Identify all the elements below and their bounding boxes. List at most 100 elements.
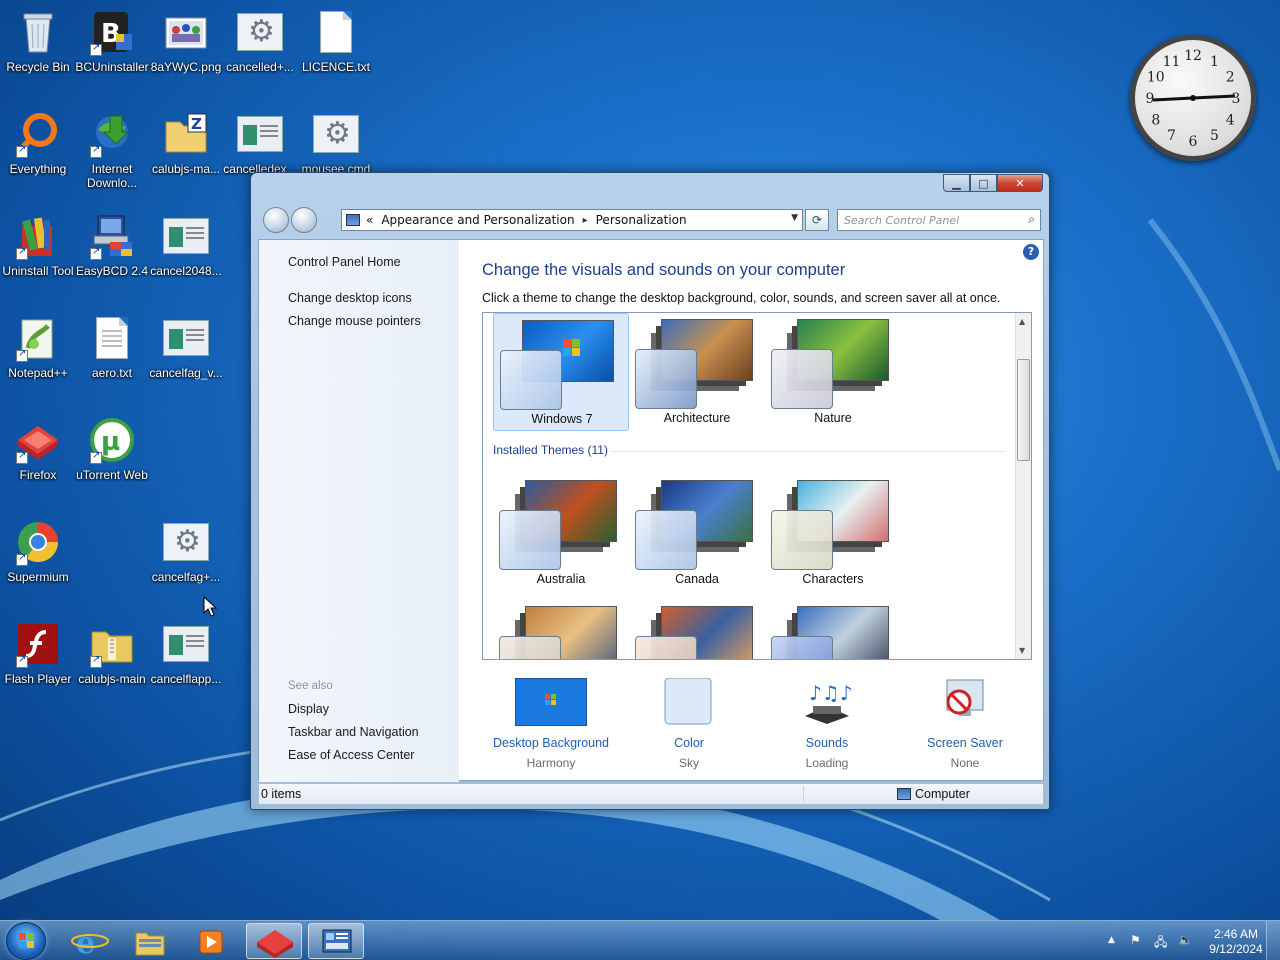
text-file-icon — [88, 314, 136, 362]
theme-architecture[interactable]: Architecture — [629, 313, 765, 431]
utorrent-icon: µ — [88, 416, 136, 464]
caption-buttons: ▁ □ ✕ — [943, 174, 1043, 192]
breadcrumb-separator-icon[interactable]: ▸ — [583, 215, 588, 226]
setting-name[interactable]: Color — [619, 736, 759, 750]
display-link[interactable]: Display — [288, 702, 329, 716]
group-divider — [611, 451, 1005, 452]
window-client-area: Control Panel Home Change desktop icons … — [258, 239, 1044, 782]
color-setting[interactable]: Color Sky — [619, 672, 759, 772]
control-panel-icon — [346, 214, 360, 226]
start-button[interactable] — [6, 922, 46, 960]
desktop-icon-supermium[interactable]: Supermium — [0, 512, 76, 608]
address-chevron[interactable]: « — [366, 213, 373, 227]
close-button[interactable]: ✕ — [997, 174, 1043, 192]
refresh-button[interactable]: ⟳ — [805, 209, 829, 231]
desktop-icon-cancelfag-v[interactable]: cancelfag_v... — [148, 308, 224, 404]
theme-label: Australia — [536, 572, 586, 586]
back-button[interactable] — [263, 207, 289, 233]
color-window-preview — [499, 636, 561, 659]
scroll-down-icon[interactable]: ▼ — [1019, 646, 1025, 655]
themes-scrollbar[interactable]: ▲ ▼ — [1015, 313, 1031, 659]
desktop-icon-utorrent-web[interactable]: µ uTorrent Web — [74, 410, 150, 506]
status-bar: 0 items Computer — [258, 783, 1044, 805]
clock-number: 4 — [1226, 113, 1235, 129]
theme-label: Characters — [802, 572, 864, 586]
change-mouse-pointers-link[interactable]: Change mouse pointers — [288, 314, 421, 328]
breadcrumb-personalization[interactable]: Personalization — [596, 213, 687, 227]
change-desktop-icons-link[interactable]: Change desktop icons — [288, 291, 412, 305]
zip-folder-icon — [88, 620, 136, 668]
control-panel-home-link[interactable]: Control Panel Home — [288, 255, 401, 269]
desktop-icon-calubjs-ma[interactable]: Z calubjs-ma... — [148, 104, 224, 200]
theme-australia[interactable]: Australia — [493, 474, 629, 592]
desktop-icon-notepad-plus-plus[interactable]: Notepad++ — [0, 308, 76, 404]
network-icon[interactable]: 🖧 — [1154, 933, 1167, 954]
show-desktop-button[interactable] — [1266, 921, 1280, 960]
sounds-setting[interactable]: ♪♫♪ Sounds Loading — [757, 672, 897, 772]
desktop-background-setting[interactable]: Desktop Background Harmony — [481, 672, 621, 772]
breadcrumb-appearance[interactable]: Appearance and Personalization — [381, 213, 574, 227]
desktop-icon-8aywyc-png[interactable]: 8aYWyC.png — [148, 2, 224, 98]
taskbar-control-panel[interactable] — [308, 923, 364, 959]
theme-characters[interactable]: Characters — [765, 474, 901, 592]
desktop-icon-cancel2048[interactable]: cancel2048... — [148, 206, 224, 302]
installed-themes-heading: Installed Themes (11) — [493, 443, 608, 457]
taskbar-internet-explorer[interactable]: e — [62, 923, 118, 960]
page-description: Click a theme to change the desktop back… — [482, 291, 1001, 305]
svg-text:µ: µ — [101, 427, 120, 457]
desktop-icon-licence-txt[interactable]: LICENCE.txt — [298, 2, 374, 98]
window-file-icon — [236, 110, 284, 158]
theme-windows-7[interactable]: Windows 7 — [493, 313, 629, 431]
volume-muted-icon[interactable]: 🔈 — [1178, 933, 1193, 947]
desktop-icon-uninstall-tool[interactable]: Uninstall Tool — [0, 206, 76, 302]
desktop-icon-flash-player[interactable]: Flash Player — [0, 614, 76, 710]
status-divider — [803, 786, 804, 802]
personalization-window[interactable]: ▁ □ ✕ « Appearance and Personalization ▸… — [250, 172, 1050, 810]
theme-partial[interactable] — [629, 600, 765, 659]
scroll-thumb[interactable] — [1017, 359, 1030, 461]
theme-nature[interactable]: Nature — [765, 313, 901, 431]
taskbar-windows-explorer[interactable] — [122, 923, 178, 959]
uninstall-tool-icon — [14, 212, 62, 260]
color-window-preview — [635, 349, 697, 409]
desktop-icon-recycle-bin[interactable]: Recycle Bin — [0, 2, 76, 98]
maximize-button[interactable]: □ — [970, 174, 997, 192]
ease-of-access-link[interactable]: Ease of Access Center — [288, 748, 414, 762]
desktop-icon-easybcd[interactable]: EasyBCD 2.4 — [74, 206, 150, 302]
screen-saver-setting[interactable]: Screen Saver None — [895, 672, 1035, 772]
desktop-icon-bcuninstaller[interactable]: B BCUninstaller — [74, 2, 150, 98]
show-hidden-icons-icon[interactable]: ▲ — [1108, 935, 1115, 945]
address-bar[interactable]: « Appearance and Personalization ▸ Perso… — [341, 209, 803, 231]
taskbar-media-player[interactable] — [182, 923, 238, 959]
theme-partial[interactable] — [765, 600, 901, 659]
color-swatch-icon — [653, 677, 725, 726]
desktop-icon-cancelled-plus[interactable]: cancelled+... — [222, 2, 298, 98]
forward-button[interactable] — [291, 207, 317, 233]
taskbar-clock[interactable]: 2:46 AM 9/12/2024 — [1204, 927, 1268, 957]
action-center-flag-icon[interactable]: ⚑ — [1130, 933, 1141, 947]
help-icon[interactable]: ? — [1023, 244, 1039, 260]
themes-list[interactable]: Windows 7 Architecture Nature Installed … — [482, 312, 1032, 660]
window-file-icon — [162, 620, 210, 668]
search-input[interactable]: Search Control Panel ⌕ — [837, 209, 1041, 231]
desktop-icon-cancelflapp[interactable]: cancelflapp... — [148, 614, 224, 710]
search-icon[interactable]: ⌕ — [1028, 212, 1035, 227]
theme-partial[interactable] — [493, 600, 629, 659]
scroll-up-icon[interactable]: ▲ — [1019, 317, 1025, 326]
desktop-icon-firefox[interactable]: Firefox — [0, 410, 76, 506]
taskbar-firefox[interactable] — [246, 923, 302, 959]
taskbar-navigation-link[interactable]: Taskbar and Navigation — [288, 725, 419, 739]
address-dropdown-icon[interactable]: ▼ — [791, 213, 798, 223]
desktop-icon-everything[interactable]: Everything — [0, 104, 76, 200]
minimize-button[interactable]: ▁ — [943, 174, 970, 192]
clock-minute-hand — [1192, 94, 1236, 100]
desktop-icon-internet-download-manager[interactable]: Internet Downlo... — [74, 104, 150, 200]
setting-name[interactable]: Desktop Background — [481, 736, 621, 750]
desktop-icon-aero-txt[interactable]: aero.txt — [74, 308, 150, 404]
desktop-icon-calubjs-main[interactable]: calubjs-main — [74, 614, 150, 710]
setting-name[interactable]: Screen Saver — [895, 736, 1035, 750]
clock-gadget[interactable]: 12 1 2 3 4 5 6 7 8 9 10 11 — [1130, 35, 1256, 161]
desktop-icon-cancelfag-plus[interactable]: cancelfag+... — [148, 512, 224, 608]
theme-canada[interactable]: Canada — [629, 474, 765, 592]
setting-name[interactable]: Sounds — [757, 736, 897, 750]
